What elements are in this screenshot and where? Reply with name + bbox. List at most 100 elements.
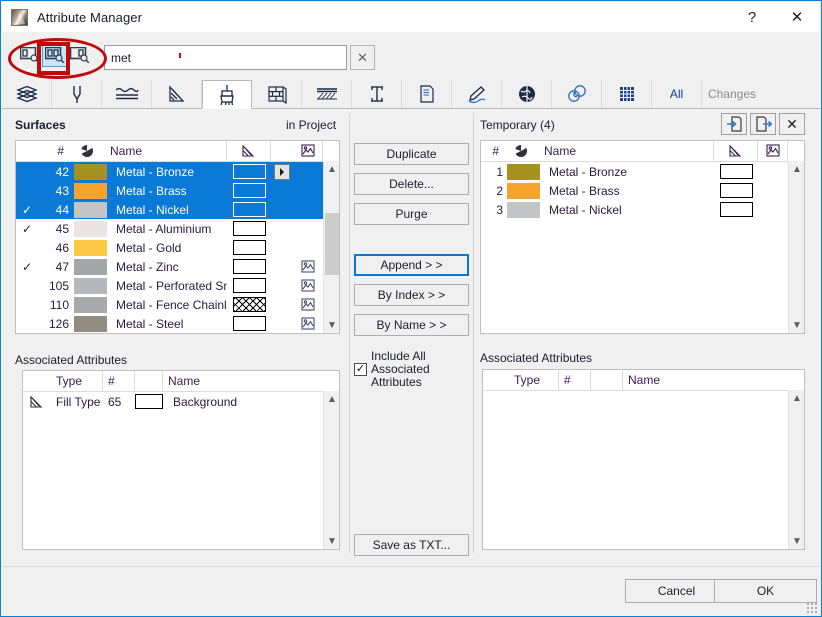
- column-texture-icon[interactable]: [293, 141, 323, 161]
- assoc-left-scrollbar[interactable]: ▲ ▼: [323, 391, 339, 549]
- row-check[interactable]: ✓: [16, 203, 38, 217]
- help-button[interactable]: ?: [730, 2, 774, 32]
- scroll-up-icon[interactable]: ▲: [324, 391, 339, 407]
- list-item[interactable]: Fill Type 65 Background: [23, 392, 339, 411]
- table-row[interactable]: 42 Metal - Bronze: [16, 162, 339, 181]
- table-row[interactable]: 2 Metal - Brass: [481, 181, 804, 200]
- table-row[interactable]: 110 Metal - Fence Chainlink: [16, 295, 339, 314]
- tab-building-materials[interactable]: [2, 80, 52, 108]
- table-row[interactable]: ✓ 47 Metal - Zinc: [16, 257, 339, 276]
- by-name-button[interactable]: By Name > >: [354, 314, 469, 336]
- row-fill-preview[interactable]: [227, 202, 271, 217]
- tab-grid-elements[interactable]: [602, 80, 652, 108]
- surface-preview-icon[interactable]: [503, 141, 539, 161]
- table-row[interactable]: 1 Metal - Bronze: [481, 162, 804, 181]
- scroll-down-icon[interactable]: ▼: [324, 317, 339, 333]
- search-scope-right-icon[interactable]: [67, 42, 92, 67]
- tab-zone-categories[interactable]: [352, 80, 402, 108]
- resize-grip[interactable]: [806, 602, 817, 613]
- row-fill-preview[interactable]: [227, 164, 271, 179]
- scroll-up-icon[interactable]: ▲: [789, 390, 804, 406]
- temporary-list[interactable]: # Name 1 Metal - Bronze 2 Metal - Brass 3 Met…: [480, 140, 805, 334]
- row-check[interactable]: ✓: [16, 260, 38, 274]
- column-fill-hatch-icon[interactable]: [227, 141, 271, 161]
- ok-button[interactable]: OK: [714, 579, 817, 603]
- tab-mep-systems[interactable]: [502, 80, 552, 108]
- column-number[interactable]: #: [38, 141, 69, 161]
- tab-layer-combinations[interactable]: [402, 80, 452, 108]
- row-expand-arrow-icon[interactable]: [274, 163, 290, 180]
- search-scope-both-icon[interactable]: [42, 42, 67, 67]
- assoc-column-number[interactable]: #: [103, 371, 135, 391]
- table-row[interactable]: ✓ 44 Metal - Nickel: [16, 200, 339, 219]
- table-row[interactable]: 43 Metal - Brass: [16, 181, 339, 200]
- clear-search-button[interactable]: ✕: [350, 45, 375, 70]
- table-row[interactable]: 126 Metal - Steel: [16, 314, 339, 333]
- search-input-wrapper[interactable]: [104, 45, 347, 70]
- temp-column-name[interactable]: Name: [539, 141, 714, 161]
- assoc-left-list[interactable]: Type # Name Fill Type 65 Background ▲ ▼: [22, 370, 340, 550]
- assoc-right-list[interactable]: Type # Name ▲ ▼: [482, 369, 805, 550]
- surfaces-scrollbar[interactable]: ▲ ▼: [323, 161, 339, 333]
- table-row[interactable]: 46 Metal - Gold: [16, 238, 339, 257]
- row-texture-icon[interactable]: [293, 259, 323, 274]
- surface-preview-icon[interactable]: [69, 141, 105, 161]
- scroll-down-icon[interactable]: ▼: [789, 533, 804, 549]
- row-fill-preview[interactable]: [227, 259, 271, 274]
- row-fill-preview[interactable]: [227, 316, 271, 331]
- row-arrow[interactable]: [271, 163, 293, 180]
- file-arrow-out-icon[interactable]: [750, 113, 776, 135]
- tab-markup-styles[interactable]: [452, 80, 502, 108]
- append-button[interactable]: Append > >: [354, 254, 469, 276]
- row-fill-preview[interactable]: [227, 297, 271, 312]
- table-row[interactable]: 105 Metal - Perforated Small ...: [16, 276, 339, 295]
- row-texture-icon[interactable]: [293, 278, 323, 293]
- table-row[interactable]: 3 Metal - Nickel: [481, 200, 804, 219]
- scroll-up-icon[interactable]: ▲: [789, 161, 804, 177]
- by-index-button[interactable]: By Index > >: [354, 284, 469, 306]
- scroll-down-icon[interactable]: ▼: [789, 317, 804, 333]
- tab-all[interactable]: All: [652, 80, 702, 108]
- tab-composites[interactable]: [252, 80, 302, 108]
- assoc-r-column-type[interactable]: Type: [509, 370, 559, 390]
- tab-fill-types[interactable]: [152, 80, 202, 108]
- temp-column-number[interactable]: #: [481, 141, 503, 161]
- row-fill-preview[interactable]: [227, 183, 271, 198]
- file-arrow-in-icon[interactable]: [721, 113, 747, 135]
- temporary-scrollbar[interactable]: ▲ ▼: [788, 161, 804, 333]
- assoc-column-name[interactable]: Name: [163, 371, 339, 391]
- tab-pen-sets[interactable]: [52, 80, 102, 108]
- save-as-txt-button[interactable]: Save as TXT...: [354, 534, 469, 556]
- scrollbar-thumb[interactable]: [325, 213, 339, 275]
- tab-line-types[interactable]: [102, 80, 152, 108]
- cancel-button[interactable]: Cancel: [625, 579, 728, 603]
- temp-column-fill-hatch-icon[interactable]: [714, 141, 758, 161]
- assoc-r-column-number[interactable]: #: [559, 370, 591, 390]
- assoc-r-column-name[interactable]: Name: [623, 370, 804, 390]
- temp-column-texture-icon[interactable]: [758, 141, 788, 161]
- row-fill-preview[interactable]: [227, 240, 271, 255]
- row-fill-preview[interactable]: [714, 164, 758, 179]
- assoc-right-scrollbar[interactable]: ▲ ▼: [788, 390, 804, 549]
- assoc-column-type[interactable]: Type: [51, 371, 103, 391]
- row-texture-icon[interactable]: [293, 316, 323, 331]
- row-texture-icon[interactable]: [293, 297, 323, 312]
- delete-button[interactable]: Delete...: [354, 173, 469, 195]
- close-window-button[interactable]: ✕: [774, 2, 820, 32]
- search-input[interactable]: [105, 50, 346, 65]
- row-fill-preview[interactable]: [714, 183, 758, 198]
- row-fill-preview[interactable]: [227, 221, 271, 236]
- close-temporary-button[interactable]: ✕: [779, 113, 805, 135]
- row-fill-preview[interactable]: [227, 278, 271, 293]
- scroll-down-icon[interactable]: ▼: [324, 533, 339, 549]
- row-fill-preview[interactable]: [714, 202, 758, 217]
- table-row[interactable]: ✓ 45 Metal - Aluminium: [16, 219, 339, 238]
- scroll-up-icon[interactable]: ▲: [324, 161, 339, 177]
- purge-button[interactable]: Purge: [354, 203, 469, 225]
- surfaces-list[interactable]: # Name 42 Metal - Bronze 43 Metal - Brass ✓ 4…: [15, 140, 340, 334]
- duplicate-button[interactable]: Duplicate: [354, 143, 469, 165]
- tab-surfaces[interactable]: [202, 80, 252, 109]
- tab-operation-profiles[interactable]: [552, 80, 602, 108]
- tab-profiles[interactable]: [302, 80, 352, 108]
- search-scope-left-icon[interactable]: [17, 42, 42, 67]
